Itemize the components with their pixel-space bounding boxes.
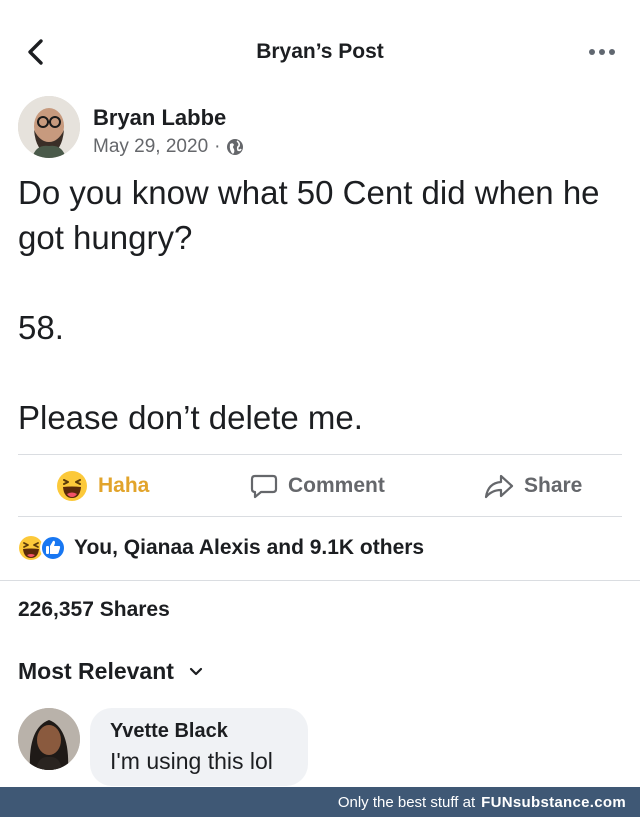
more-horizontal-icon xyxy=(589,49,615,55)
share-button[interactable]: Share xyxy=(484,456,582,516)
comment-icon xyxy=(250,474,278,499)
shares-count[interactable]: 226,357 Shares xyxy=(18,598,170,622)
watermark-brand: FUNsubstance.com xyxy=(481,793,626,811)
haha-label: Haha xyxy=(98,474,150,497)
reactions-summary[interactable]: You, Qianaa Alexis and 9.1K others xyxy=(18,530,424,566)
post-meta: May 29, 2020 · xyxy=(93,136,244,158)
post-text-line: 58. xyxy=(18,309,64,346)
comment-text: I'm using this lol xyxy=(110,748,273,774)
comment-button[interactable]: Comment xyxy=(250,456,385,516)
watermark-text: Only the best stuff at xyxy=(337,793,476,811)
share-label: Share xyxy=(524,474,583,497)
author-photo xyxy=(18,96,80,158)
divider xyxy=(18,454,622,455)
post-text-line: Do you know what 50 Cent did when he got… xyxy=(18,174,600,256)
comment-sort-label: Most Relevant xyxy=(18,658,174,684)
post-date[interactable]: May 29, 2020 xyxy=(93,136,208,158)
page-title: Bryan’s Post xyxy=(256,40,384,63)
globe-icon xyxy=(227,139,244,155)
more-options-button[interactable] xyxy=(584,40,620,64)
top-bar: Bryan’s Post xyxy=(0,0,640,100)
reactions-summary-text: You, Qianaa Alexis and 9.1K others xyxy=(74,536,425,559)
haha-button[interactable]: Haha xyxy=(56,456,149,516)
comment-bubble[interactable]: Yvette Black I'm using this lol xyxy=(90,708,308,786)
meta-separator: · xyxy=(214,136,221,157)
divider xyxy=(18,516,622,517)
post-text: Do you know what 50 Cent did when he got… xyxy=(18,170,618,440)
author-name[interactable]: Bryan Labbe xyxy=(93,105,226,131)
haha-reaction-icon xyxy=(57,471,87,501)
post-actions-bar: Haha Comment Share xyxy=(0,456,640,516)
post-author-row: Bryan Labbe May 29, 2020 · xyxy=(18,96,618,160)
commenter-photo xyxy=(18,708,80,770)
comment-item: Yvette Black I'm using this lol xyxy=(18,706,618,786)
like-reaction-icon xyxy=(40,535,66,561)
divider xyxy=(0,580,640,581)
watermark-bar: Only the best stuff at FUNsubstance.com xyxy=(0,787,640,817)
reaction-icons xyxy=(18,535,70,561)
chevron-down-icon xyxy=(189,667,203,675)
share-icon xyxy=(484,474,514,499)
comment-label: Comment xyxy=(288,474,385,497)
author-avatar[interactable] xyxy=(18,96,80,158)
comment-sort-dropdown[interactable]: Most Relevant xyxy=(18,658,204,685)
commenter-avatar[interactable] xyxy=(18,708,80,770)
commenter-name[interactable]: Yvette Black xyxy=(110,720,288,743)
post-text-line: Please don’t delete me. xyxy=(18,399,363,436)
